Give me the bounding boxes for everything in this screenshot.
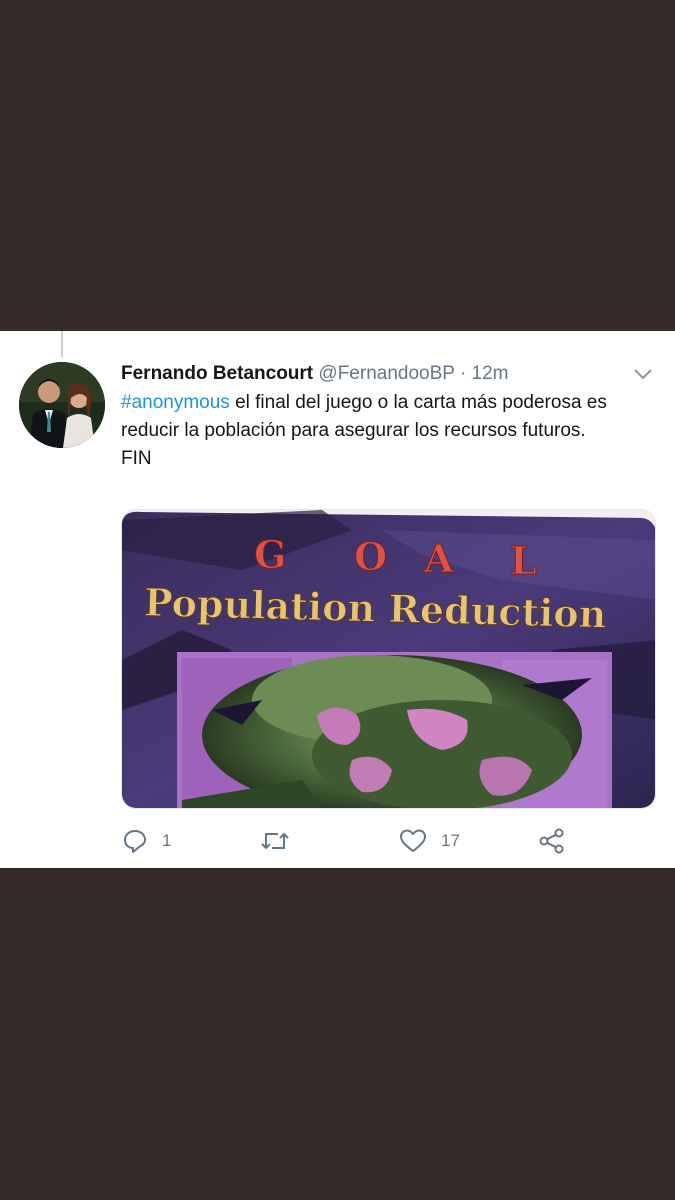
reply-icon	[124, 830, 146, 853]
card-goal-letter: G	[254, 532, 286, 577]
author-handle[interactable]: @FernandooBP	[318, 363, 454, 384]
tweet-actions: 1 17	[0, 821, 675, 861]
share-icon	[539, 828, 564, 854]
like-button[interactable]: 17	[399, 821, 460, 861]
screenshot-background-bottom	[0, 868, 675, 1200]
chevron-down-icon[interactable]	[632, 367, 654, 381]
tweet[interactable]: Fernando Betancourt @FernandooBP · 12m #…	[0, 331, 675, 868]
retweet-button[interactable]	[260, 821, 290, 861]
like-count: 17	[441, 831, 460, 850]
goal-card-image: G O A L Population Reduction	[122, 510, 655, 808]
tweet-header: Fernando Betancourt @FernandooBP · 12m	[121, 361, 621, 387]
card-goal-letter: L	[510, 538, 537, 583]
share-button[interactable]	[538, 821, 566, 861]
reply-count: 1	[162, 831, 172, 850]
tweet-text: #anonymous el final del juego o la carta…	[121, 389, 641, 473]
separator-dot: ·	[459, 363, 467, 384]
tweet-media-image[interactable]: G O A L Population Reduction	[121, 509, 656, 809]
heart-icon	[400, 829, 426, 852]
card-goal-letter: A	[423, 536, 454, 581]
author-name[interactable]: Fernando Betancourt	[121, 363, 313, 384]
reply-button[interactable]: 1	[122, 821, 171, 861]
hashtag-link[interactable]: #anonymous	[121, 392, 230, 413]
timestamp[interactable]: 12m	[472, 363, 509, 384]
thread-line	[61, 331, 63, 357]
tweet-text-end: FIN	[121, 448, 152, 469]
card-goal-letter: O	[354, 534, 387, 579]
retweet-icon	[261, 832, 289, 850]
avatar[interactable]	[19, 362, 105, 448]
screenshot-background-top	[0, 0, 675, 331]
